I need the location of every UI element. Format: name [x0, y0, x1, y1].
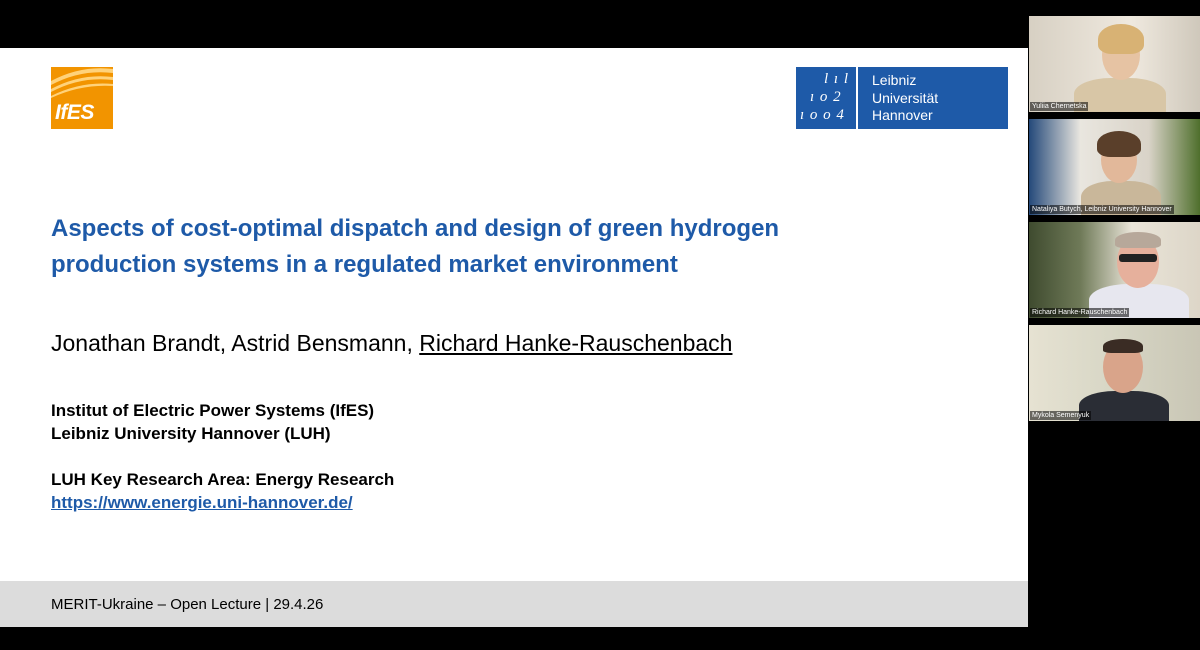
luh-mark: l ı l ı o 2 ı o o 4	[796, 67, 858, 129]
glasses-icon	[1119, 254, 1157, 262]
ifes-logo-icon: IfES	[51, 67, 113, 129]
authors: Jonathan Brandt, Astrid Bensmann, Richar…	[51, 330, 732, 357]
participant-name: Yuliia Chernetska	[1030, 102, 1089, 111]
participant-name: Mykola Semenyuk	[1030, 411, 1092, 420]
slide-title: Aspects of cost-optimal dispatch and des…	[51, 211, 931, 283]
luh-name-line-1: Leibniz	[872, 72, 917, 88]
participant-tile-2[interactable]: Nataliya Butych, Leibniz University Hann…	[1029, 119, 1200, 215]
person-hair	[1097, 131, 1141, 157]
institute-line-2: Leibniz University Hannover (LUH)	[51, 424, 331, 443]
luh-name-line-2: Universität	[872, 89, 939, 106]
person-hair	[1115, 232, 1161, 248]
luh-mark-row-2: ı o 2	[810, 89, 842, 105]
slide-footer: MERIT-Ukraine – Open Lecture | 29.4.26	[0, 581, 1028, 627]
luh-mark-row-3: ı o o 4	[800, 107, 845, 123]
participant-tile-1[interactable]: Yuliia Chernetska	[1029, 16, 1200, 112]
participant-tile-4[interactable]: Mykola Semenyuk	[1029, 325, 1200, 421]
slide-title-line-2: production systems in a regulated market…	[51, 251, 678, 278]
person-hair	[1103, 339, 1143, 353]
participant-name: Richard Hanke-Rauschenbach	[1030, 308, 1130, 317]
participant-tile-3[interactable]: Richard Hanke-Rauschenbach	[1029, 222, 1200, 318]
person-body	[1079, 391, 1169, 421]
institute: Institut of Electric Power Systems (IfES…	[51, 399, 374, 445]
authors-presenter: Richard Hanke-Rauschenbach	[419, 330, 733, 356]
research-area-label: LUH Key Research Area: Energy Research	[51, 470, 395, 489]
person-hair	[1098, 24, 1144, 54]
participant-name: Nataliya Butych, Leibniz University Hann…	[1030, 205, 1174, 214]
luh-mark-row-1: l ı l	[824, 71, 850, 87]
slide-title-line-1: Aspects of cost-optimal dispatch and des…	[51, 215, 780, 242]
luh-name: Leibniz Universität Hannover	[858, 67, 938, 129]
institute-line-1: Institut of Electric Power Systems (IfES…	[51, 401, 375, 420]
research-link[interactable]: https://www.energie.uni-hannover.de/	[51, 493, 353, 512]
authors-plain: Jonathan Brandt, Astrid Bensmann,	[51, 330, 420, 356]
footer-text: MERIT-Ukraine – Open Lecture | 29.4.26	[51, 596, 324, 613]
ifes-logo-text: IfES	[55, 101, 94, 124]
luh-name-line-3: Hannover	[872, 107, 933, 123]
research-area: LUH Key Research Area: Energy Research h…	[51, 468, 394, 514]
luh-logo-icon: l ı l ı o 2 ı o o 4 Leibniz Universität …	[796, 67, 1008, 129]
shared-slide: IfES l ı l ı o 2 ı o o 4 Leibniz Univers…	[0, 48, 1028, 627]
